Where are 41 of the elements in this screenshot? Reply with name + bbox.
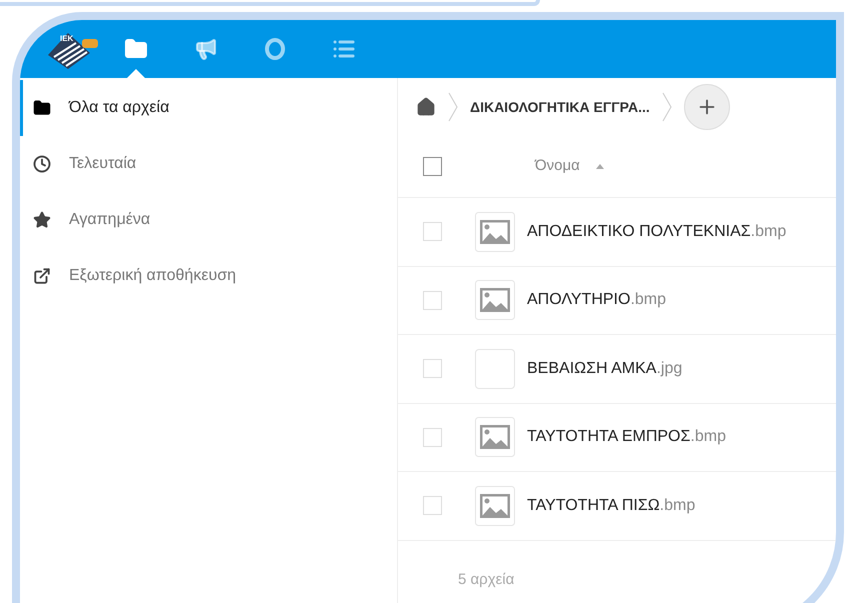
file-row[interactable]: ΑΠΟΛΥΤΗΡΙΟ.bmp [398, 266, 836, 335]
image-thumbnail-icon [475, 417, 515, 458]
sidebar-item[interactable]: Τελευταία [20, 136, 397, 192]
name-column-header[interactable]: Όνομα [535, 155, 580, 178]
clock-icon [33, 155, 51, 173]
image-thumbnail-icon [475, 486, 515, 526]
file-count: 5 αρχεία [458, 570, 514, 590]
file-row[interactable]: ΑΠΟΔΕΙΚΤΙΚΟ ΠΟΛΥΤΕΚΝΙΑΣ.bmp [398, 198, 836, 266]
chevron-icon [448, 92, 458, 122]
file-row[interactable]: ΤΑΥΤΟΤΗΤΑ ΠΙΣΩ.bmp [398, 472, 836, 540]
file-name[interactable]: ΒΕΒΑΙΩΣΗ ΑΜΚΑ.jpg [527, 356, 682, 381]
file-name[interactable]: ΑΠΟΔΕΙΚΤΙΚΟ ΠΟΛΥΤΕΚΝΙΑΣ.bmp [527, 220, 786, 244]
row-checkbox[interactable] [423, 496, 442, 516]
active-indicator-icon [127, 69, 145, 78]
chevron-icon [662, 92, 672, 122]
file-name[interactable]: ΤΑΥΤΟΤΗΤΑ ΠΙΣΩ.bmp [527, 494, 696, 518]
file-name[interactable]: ΤΑΥΤΟΤΗΤΑ ΕΜΠΡΟΣ.bmp [527, 425, 726, 450]
breadcrumb-folder[interactable]: ΔΙΚΑΙΟΛΟΓΗΤΙΚΑ ΕΓΓΡΑ... [470, 96, 650, 118]
blank-thumbnail [475, 348, 515, 389]
image-thumbnail-icon [475, 212, 515, 252]
folder-icon [33, 99, 51, 117]
select-all-checkbox[interactable] [423, 157, 442, 176]
ring-icon[interactable] [264, 37, 286, 61]
folder-icon[interactable] [124, 37, 148, 61]
file-name[interactable]: ΑΠΟΛΥΤΗΡΙΟ.bmp [527, 288, 666, 312]
sidebar-item[interactable]: Αγαπημένα [20, 192, 397, 248]
megaphone-icon[interactable] [194, 37, 218, 61]
add-button[interactable] [684, 84, 730, 130]
external-link-icon [33, 267, 51, 285]
file-row[interactable]: ΒΕΒΑΙΩΣΗ ΑΜΚΑ.jpg [398, 335, 836, 404]
image-thumbnail-icon [475, 280, 515, 320]
star-icon [33, 211, 51, 229]
row-checkbox[interactable] [423, 428, 442, 447]
row-checkbox[interactable] [423, 290, 442, 310]
row-checkbox[interactable] [423, 359, 442, 378]
home-icon[interactable] [416, 97, 436, 117]
sidebar-item[interactable]: Όλα τα αρχεία [20, 80, 397, 136]
row-checkbox[interactable] [423, 222, 442, 242]
sidebar-item[interactable]: Εξωτερική αποθήκευση [20, 248, 397, 304]
file-row[interactable]: ΤΑΥΤΟΤΗΤΑ ΕΜΠΡΟΣ.bmp [398, 404, 836, 472]
sort-up-icon[interactable] [596, 164, 604, 169]
